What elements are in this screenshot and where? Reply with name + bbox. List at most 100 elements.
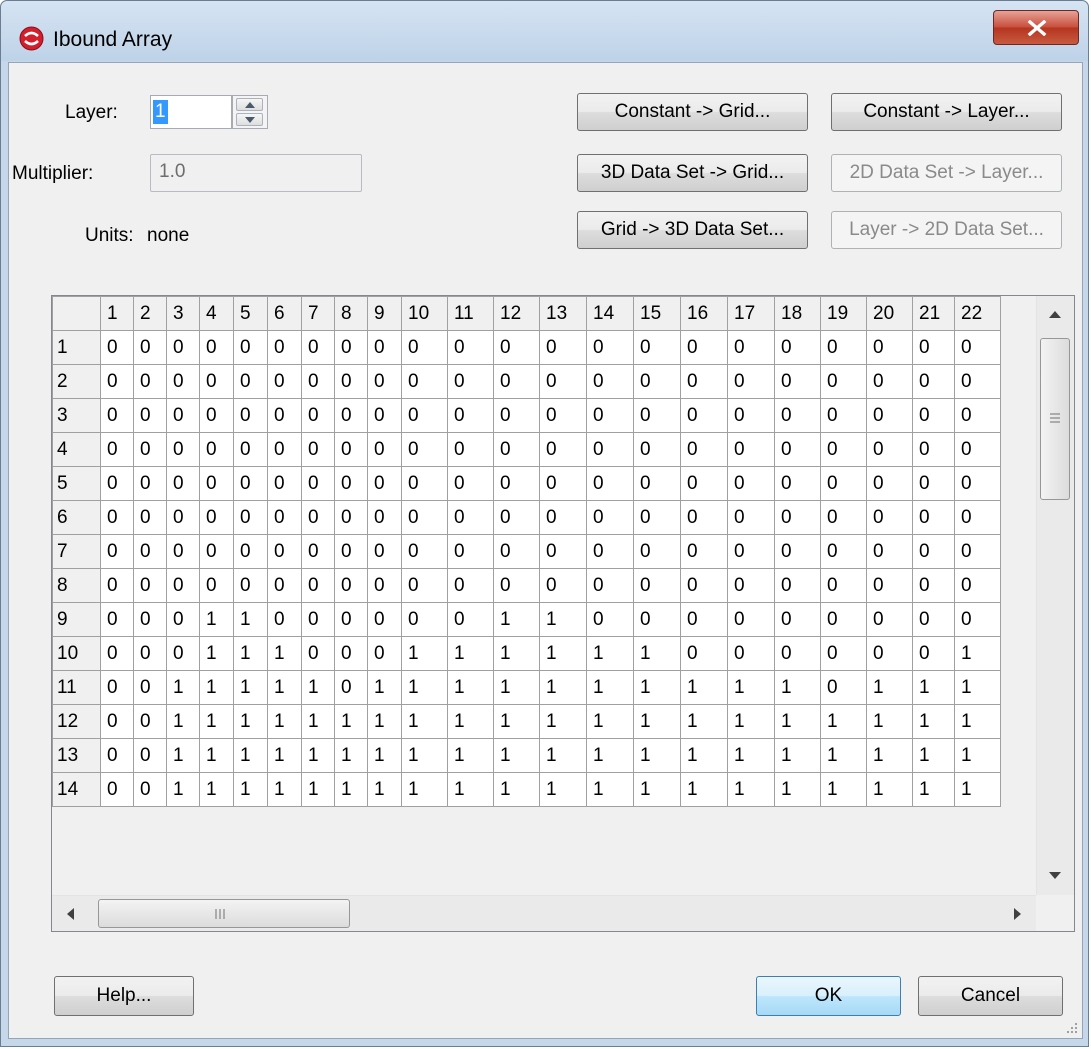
grid-cell[interactable]: 0: [301, 500, 335, 535]
grid-cell[interactable]: 1: [586, 670, 634, 705]
grid-cell[interactable]: 0: [774, 636, 821, 671]
grid-cell[interactable]: 0: [367, 432, 402, 467]
vertical-scroll-thumb[interactable]: [1040, 338, 1070, 500]
grid-cell[interactable]: 0: [100, 534, 134, 569]
grid-cell[interactable]: 0: [774, 364, 821, 399]
grid-cell[interactable]: 0: [233, 534, 268, 569]
column-header[interactable]: 20: [866, 296, 913, 331]
grid-cell[interactable]: 1: [401, 772, 448, 807]
grid-cell[interactable]: 0: [100, 704, 134, 739]
grid-cell[interactable]: 0: [727, 466, 775, 501]
grid-cell[interactable]: 0: [447, 534, 494, 569]
grid-cell[interactable]: 0: [301, 330, 335, 365]
grid-cell[interactable]: 0: [301, 398, 335, 433]
grid-cell[interactable]: 0: [133, 534, 167, 569]
column-header[interactable]: 21: [912, 296, 955, 331]
grid-cell[interactable]: 0: [586, 534, 634, 569]
grid-cell[interactable]: 1: [447, 670, 494, 705]
column-header[interactable]: 19: [820, 296, 867, 331]
grid-cell[interactable]: 0: [133, 466, 167, 501]
grid-cell[interactable]: 0: [586, 466, 634, 501]
grid-cell[interactable]: 0: [401, 398, 448, 433]
grid-cell[interactable]: 1: [199, 636, 234, 671]
grid-cell[interactable]: 0: [133, 568, 167, 603]
grid-cell[interactable]: 1: [633, 704, 681, 739]
grid-cell[interactable]: 1: [447, 704, 494, 739]
grid-cell[interactable]: 0: [586, 568, 634, 603]
grid-cell[interactable]: 0: [334, 330, 368, 365]
grid-cell[interactable]: 0: [820, 670, 867, 705]
horizontal-scrollbar[interactable]: [52, 895, 1036, 931]
column-header[interactable]: 3: [166, 296, 200, 331]
grid-cell[interactable]: 1: [401, 670, 448, 705]
grid-cell[interactable]: 1: [539, 772, 587, 807]
grid-cell[interactable]: 1: [586, 772, 634, 807]
grid-cell[interactable]: 0: [633, 432, 681, 467]
grid-cell[interactable]: 1: [954, 670, 1001, 705]
grid-cell[interactable]: 0: [233, 364, 268, 399]
grid-cell[interactable]: 1: [199, 704, 234, 739]
grid-cell[interactable]: 0: [199, 466, 234, 501]
title-bar[interactable]: Ibound Array: [1, 1, 1088, 61]
grid-cell[interactable]: 0: [233, 432, 268, 467]
grid-cell[interactable]: 0: [912, 466, 955, 501]
grid-cell[interactable]: 0: [493, 500, 540, 535]
grid-cell[interactable]: 1: [367, 670, 402, 705]
row-header[interactable]: 14: [52, 772, 101, 807]
grid-cell[interactable]: 1: [493, 704, 540, 739]
grid-cell[interactable]: 0: [954, 432, 1001, 467]
grid-cell[interactable]: 0: [866, 432, 913, 467]
grid-cell[interactable]: 0: [267, 364, 302, 399]
grid-cell[interactable]: 1: [334, 704, 368, 739]
column-header[interactable]: 7: [301, 296, 335, 331]
grid-cell[interactable]: 0: [866, 500, 913, 535]
grid-cell[interactable]: 0: [680, 602, 728, 637]
grid-cell[interactable]: 0: [301, 602, 335, 637]
row-header[interactable]: 4: [52, 432, 101, 467]
row-header[interactable]: 1: [52, 330, 101, 365]
grid-cell[interactable]: 1: [233, 636, 268, 671]
grid-cell[interactable]: 0: [267, 534, 302, 569]
grid-cell[interactable]: 0: [586, 432, 634, 467]
grid-cell[interactable]: 1: [633, 738, 681, 773]
row-header[interactable]: 3: [52, 398, 101, 433]
grid-cell[interactable]: 0: [866, 534, 913, 569]
grid-cell[interactable]: 0: [866, 466, 913, 501]
grid-cell[interactable]: 0: [954, 568, 1001, 603]
grid-cell[interactable]: 0: [774, 432, 821, 467]
grid-cell[interactable]: 0: [267, 432, 302, 467]
grid-cell[interactable]: 0: [133, 636, 167, 671]
grid-cell[interactable]: 0: [447, 330, 494, 365]
grid-cell[interactable]: 0: [233, 568, 268, 603]
grid-cell[interactable]: 0: [727, 364, 775, 399]
grid-cell[interactable]: 0: [447, 398, 494, 433]
grid-cell[interactable]: 1: [447, 738, 494, 773]
grid-cell[interactable]: 1: [166, 738, 200, 773]
grid-cell[interactable]: 1: [680, 670, 728, 705]
help-button[interactable]: Help...: [54, 976, 194, 1016]
grid-cell[interactable]: 1: [447, 636, 494, 671]
scroll-right-icon[interactable]: [1014, 908, 1022, 920]
grid-cell[interactable]: 0: [447, 364, 494, 399]
grid-cell[interactable]: 1: [166, 772, 200, 807]
grid-cell[interactable]: 0: [334, 534, 368, 569]
grid-cell[interactable]: 0: [334, 602, 368, 637]
grid-cell[interactable]: 0: [493, 398, 540, 433]
grid-cell[interactable]: 1: [820, 772, 867, 807]
grid-cell[interactable]: 1: [954, 704, 1001, 739]
grid-cell[interactable]: 1: [727, 738, 775, 773]
grid-cell[interactable]: 0: [586, 500, 634, 535]
grid-cell[interactable]: 0: [367, 466, 402, 501]
grid-cell[interactable]: 0: [866, 364, 913, 399]
grid-cell[interactable]: 0: [727, 398, 775, 433]
grid-cell[interactable]: 0: [493, 568, 540, 603]
grid-cell[interactable]: 0: [680, 568, 728, 603]
grid-cell[interactable]: 0: [820, 432, 867, 467]
grid-cell[interactable]: 0: [727, 432, 775, 467]
grid-cell[interactable]: 0: [866, 398, 913, 433]
grid-cell[interactable]: 1: [539, 602, 587, 637]
grid-cell[interactable]: 0: [334, 670, 368, 705]
grid-cell[interactable]: 0: [401, 364, 448, 399]
grid-cell[interactable]: 0: [133, 704, 167, 739]
grid-cell[interactable]: 0: [100, 772, 134, 807]
